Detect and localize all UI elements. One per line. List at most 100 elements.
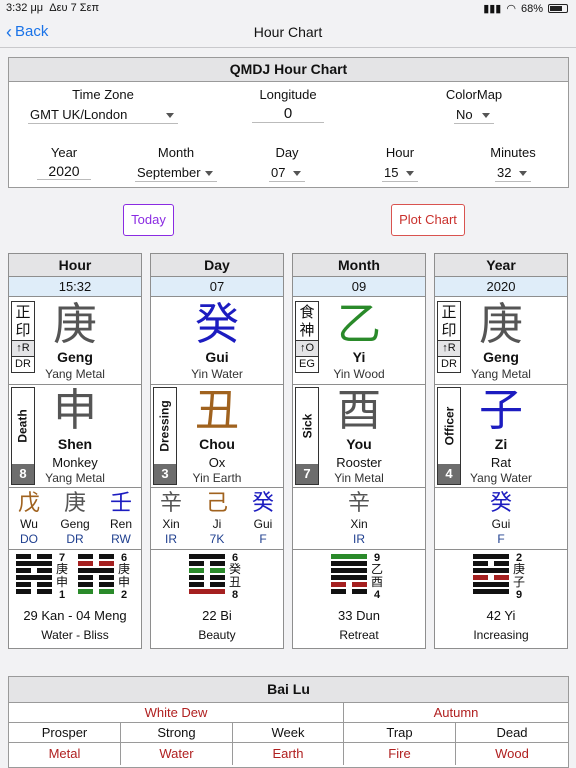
time-zone-label: Time Zone	[72, 87, 134, 102]
year-field: Year 2020	[29, 145, 99, 181]
year-input[interactable]: 2020	[37, 163, 91, 180]
hexagram-name: 22 Bi	[202, 608, 232, 623]
hidden-stem-code: DR	[66, 532, 84, 546]
pillar-header: Hour	[9, 254, 141, 277]
line-segment	[210, 582, 225, 587]
hexagram-label: 6癸丑8	[227, 553, 243, 602]
season-name: Autumn	[433, 705, 479, 720]
time-zone-select[interactable]: GMT UK/London	[28, 106, 178, 124]
colormap-select[interactable]: No	[454, 106, 494, 124]
solar-term-row: White Dew Autumn	[9, 703, 568, 723]
hidden-stem-name: Gui	[491, 517, 511, 531]
yin-line	[16, 554, 52, 559]
hidden-stems-section: 戊 Wu DO 庚 Geng DR 壬 Ren RW	[9, 488, 141, 550]
plot-chart-button[interactable]: Plot Chart	[391, 204, 465, 236]
minutes-select[interactable]: 32	[495, 164, 531, 182]
hidden-stem: 辛 Xin IR	[337, 491, 381, 547]
phase-value-row: Metal Water Earth Fire Wood	[9, 743, 568, 765]
branch-section: Death 8 申 Shen Monkey Yang Metal	[9, 385, 141, 488]
hexagram-lines	[473, 554, 509, 596]
longitude-input[interactable]: 0	[252, 105, 324, 123]
solar-term-title: Bai Lu	[9, 677, 568, 703]
yang-line	[78, 568, 114, 573]
line-segment	[78, 575, 93, 580]
battery-percent: 68%	[520, 2, 543, 15]
longitude-label: Longitude	[259, 87, 317, 102]
hidden-stem: 庚 Geng DR	[53, 491, 97, 547]
hidden-stem: 辛 Xin IR	[151, 491, 193, 547]
phase-header: Trap	[344, 723, 456, 742]
line-segment	[331, 575, 367, 580]
day-select[interactable]: 07	[269, 164, 305, 182]
line-segment	[37, 568, 52, 573]
branch-section: Officer 4 子 Zi Rat Yang Water	[435, 385, 567, 488]
hidden-stem-name: Ren	[109, 517, 132, 531]
hidden-stem-name: Xin	[162, 517, 180, 531]
yin-line	[78, 554, 114, 559]
line-segment	[473, 568, 509, 573]
today-button[interactable]: Today	[123, 204, 174, 236]
yin-line	[189, 575, 225, 580]
line-segment	[37, 554, 52, 559]
yin-line	[78, 575, 114, 580]
day-field: Day 07	[262, 145, 312, 182]
year-label: Year	[50, 145, 78, 160]
stem-section: 正印 ↑R DR 庚 Geng Yang Metal	[9, 299, 141, 385]
hidden-stem-char: 辛	[347, 491, 370, 516]
battery-icon	[548, 4, 568, 13]
branch-element: Yang Water	[469, 471, 533, 485]
line-segment	[210, 561, 225, 566]
line-segment	[37, 582, 52, 587]
line-segment	[189, 568, 204, 573]
yin-line	[331, 582, 367, 587]
branch-animal: Monkey	[52, 455, 98, 470]
hidden-stem: 癸 Gui F	[479, 491, 523, 547]
yin-line	[473, 575, 509, 580]
line-segment	[78, 589, 93, 594]
line-segment	[16, 589, 31, 594]
line-segment	[473, 561, 488, 566]
yin-line	[16, 589, 52, 594]
hexagram-meaning: Increasing	[473, 628, 529, 642]
pillar-value: 09	[293, 277, 425, 297]
phase-header: Strong	[121, 723, 233, 742]
line-segment	[494, 575, 509, 580]
line-segment	[99, 561, 114, 566]
line-segment	[99, 575, 114, 580]
hidden-stem: 壬 Ren RW	[99, 491, 141, 547]
hidden-stems-section: 辛 Xin IR 己 Ji 7K 癸 Gui F	[151, 488, 283, 550]
yin-line	[331, 589, 367, 594]
branch-element: Yin Metal	[334, 471, 384, 485]
yin-line	[473, 561, 509, 566]
hexagram-bottom-number: 2	[120, 589, 128, 601]
line-segment	[210, 575, 225, 580]
hexagram-char: 申	[117, 575, 130, 589]
hidden-stem-char: 壬	[109, 491, 132, 516]
yang-line	[189, 589, 225, 594]
hour-select[interactable]: 15	[382, 164, 418, 182]
branch-char: 子	[479, 385, 523, 436]
stem-name: Geng	[57, 349, 93, 365]
month-field: Month September	[131, 145, 221, 182]
hexagram-label: 9乙酉4	[369, 553, 385, 602]
hexagram-label: 2庚子9	[511, 553, 527, 602]
yang-line	[331, 575, 367, 580]
phase-value: Fire	[344, 743, 456, 765]
yin-line	[78, 582, 114, 587]
pillar-value: 07	[151, 277, 283, 297]
hour-field: Hour 15	[375, 145, 425, 182]
hidden-stem: 己 Ji 7K	[195, 491, 239, 547]
branch-animal: Rat	[490, 455, 512, 470]
line-segment	[473, 575, 488, 580]
hexagram-char: 酉	[370, 575, 383, 589]
yang-line	[16, 561, 52, 566]
line-segment	[99, 589, 114, 594]
hexagram-lines	[78, 554, 114, 596]
line-segment	[473, 582, 509, 587]
pillar-hour: Hour 15:32 正印 ↑R DR 庚 Geng Yang Metal Death 8 申 She…	[8, 253, 142, 649]
hexagram-bottom-number: 1	[58, 589, 66, 601]
month-select[interactable]: September	[135, 164, 217, 182]
yin-line	[189, 561, 225, 566]
status-time: 3:32 μμ Δευ 7 Σεπ	[6, 2, 100, 14]
line-segment	[331, 568, 367, 573]
